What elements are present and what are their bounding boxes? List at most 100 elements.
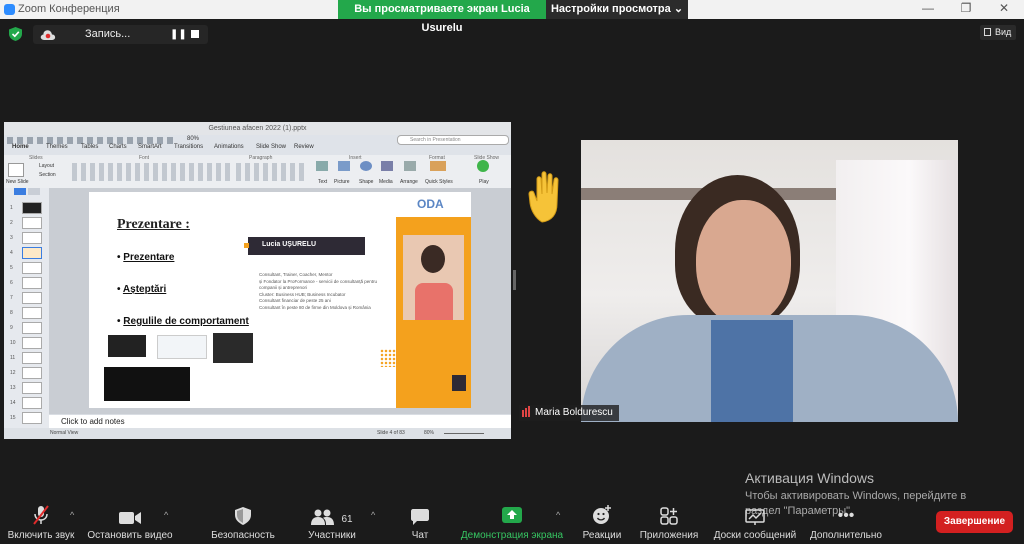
play-label[interactable]: Play <box>479 179 489 185</box>
view-button-label: Вид <box>995 27 1012 37</box>
unmute-label: Включить звук <box>7 530 75 541</box>
slide-number: 14 <box>10 400 16 406</box>
stop-video-button[interactable]: Остановить видео <box>85 503 175 541</box>
notes-pane[interactable]: Click to add notes <box>49 415 511 428</box>
slide-thumbnail-selected[interactable] <box>22 247 42 259</box>
layout-button[interactable]: Layout <box>39 163 54 169</box>
section-button[interactable]: Section <box>39 172 56 178</box>
new-slide-icon[interactable] <box>8 163 24 177</box>
arrange-label[interactable]: Arrange <box>400 179 418 185</box>
tab-review[interactable]: Review <box>294 144 314 150</box>
shared-screen[interactable]: Gestiunea afacen 2022 (1).pptx 80% Searc… <box>4 122 511 439</box>
shape-icon[interactable] <box>360 161 372 171</box>
tab-home[interactable]: Home <box>12 144 29 150</box>
close-icon[interactable]: ✕ <box>990 1 1018 15</box>
slide-number: 15 <box>10 415 16 421</box>
participants-options-caret-icon[interactable]: ^ <box>371 510 375 520</box>
status-zoom[interactable]: 80% <box>424 430 434 436</box>
share-options-caret-icon[interactable]: ^ <box>556 510 560 520</box>
notes-placeholder[interactable]: Click to add notes <box>61 417 125 426</box>
view-button[interactable]: Вид <box>980 25 1016 40</box>
slide-thumbnails[interactable]: 1 2 3 4 5 6 7 8 9 10 11 12 13 14 15 <box>4 188 49 428</box>
picture-icon[interactable] <box>338 161 350 171</box>
whiteboard-icon <box>745 509 765 525</box>
screenshot-image <box>213 333 253 363</box>
slide-thumbnail[interactable] <box>22 322 42 334</box>
reactions-label: Реакции <box>582 530 622 541</box>
paragraph-controls[interactable] <box>236 163 306 181</box>
chat-button[interactable]: Чат <box>398 503 442 541</box>
participants-button[interactable]: 61 Участники <box>300 503 364 541</box>
slide-thumbnail[interactable] <box>22 292 42 304</box>
slide-thumbnail[interactable] <box>22 382 42 394</box>
cloud-record-icon <box>40 30 56 40</box>
arrange-icon[interactable] <box>404 161 416 171</box>
quick-styles-label[interactable]: Quick Styles <box>425 179 453 185</box>
slide-thumbnail[interactable] <box>22 277 42 289</box>
slide-thumbnail[interactable] <box>22 337 42 349</box>
unmute-button[interactable]: Включить звук <box>5 503 77 541</box>
shield-check-icon[interactable] <box>9 27 22 41</box>
search-placeholder: Search in Presentation <box>410 137 461 143</box>
quick-styles-icon[interactable] <box>430 161 446 171</box>
media-icon[interactable] <box>381 161 393 171</box>
zoom-slider[interactable] <box>444 433 484 434</box>
tab-themes[interactable]: Themes <box>46 144 68 150</box>
slide-thumbnail[interactable] <box>22 307 42 319</box>
stop-recording-icon[interactable] <box>191 30 199 38</box>
chat-label: Чат <box>411 530 429 541</box>
tab-tables[interactable]: Tables <box>81 144 98 150</box>
restore-icon[interactable]: ❐ <box>952 1 980 15</box>
slide-thumbnail[interactable] <box>22 202 42 214</box>
tab-slide-show[interactable]: Slide Show <box>256 144 286 150</box>
share-screen-icon <box>502 507 522 523</box>
slide-number: 13 <box>10 385 16 391</box>
tab-smartart[interactable]: SmartArt <box>138 144 162 150</box>
bio-item: și Fondator la ProFormance - servicii de… <box>259 278 378 291</box>
tab-charts[interactable]: Charts <box>109 144 127 150</box>
more-button[interactable]: ••• Дополнительно <box>806 503 886 541</box>
slide-thumbnail[interactable] <box>22 412 42 424</box>
audio-options-caret-icon[interactable]: ^ <box>70 510 74 520</box>
slides-view-tab[interactable] <box>14 188 26 195</box>
slide-thumbnail[interactable] <box>22 397 42 409</box>
insert-picture-label[interactable]: Picture <box>334 179 350 185</box>
splitter-handle[interactable] <box>513 270 516 290</box>
slide-thumbnail[interactable] <box>22 367 42 379</box>
insert-media-label[interactable]: Media <box>379 179 393 185</box>
insert-text-label[interactable]: Text <box>318 179 327 185</box>
insert-shape-label[interactable]: Shape <box>359 179 373 185</box>
text-box-icon[interactable] <box>316 161 328 171</box>
pause-recording-icon[interactable]: ❚❚ <box>170 29 187 40</box>
outline-view-tab[interactable] <box>28 188 40 195</box>
signal-bar <box>522 410 524 417</box>
corner-block <box>452 375 466 391</box>
bio-item: Consultant în peste 80 de firme din Mold… <box>259 304 371 310</box>
view-options-button[interactable]: Настройки просмотра ⌄ <box>546 0 688 19</box>
slide-thumbnail[interactable] <box>22 232 42 244</box>
zoom-level[interactable]: 80% <box>187 136 199 142</box>
play-icon[interactable] <box>477 160 489 172</box>
quick-access-toolbar[interactable] <box>7 137 177 144</box>
name-banner-text: Lucia UȘURELU <box>262 241 317 248</box>
participant-video[interactable] <box>581 140 958 422</box>
slide-number: 10 <box>10 340 16 346</box>
slide-thumbnail[interactable] <box>22 217 42 229</box>
end-meeting-button[interactable]: Завершение <box>936 511 1013 533</box>
font-controls[interactable] <box>72 163 232 181</box>
tab-transitions[interactable]: Transitions <box>174 144 203 150</box>
tab-animations[interactable]: Animations <box>214 144 244 150</box>
security-button[interactable]: Безопасность <box>205 503 281 541</box>
slide-thumbnail[interactable] <box>22 352 42 364</box>
current-slide[interactable]: Prezentare : • Prezentare • Așteptări • … <box>89 192 471 408</box>
video-options-caret-icon[interactable]: ^ <box>164 510 168 520</box>
apps-button[interactable]: Приложения <box>636 503 702 541</box>
whiteboards-button[interactable]: Доски сообщений <box>708 503 802 541</box>
minimize-icon[interactable]: — <box>914 1 942 15</box>
presentation-status-bar: Normal View Slide 4 of 83 80% <box>4 428 511 439</box>
reactions-button[interactable]: Реакции <box>578 503 626 541</box>
new-slide-label[interactable]: New Slide <box>6 179 29 185</box>
share-screen-button[interactable]: Демонстрация экрана <box>460 503 564 541</box>
slide-thumbnail[interactable] <box>22 262 42 274</box>
participants-icon <box>311 509 335 525</box>
